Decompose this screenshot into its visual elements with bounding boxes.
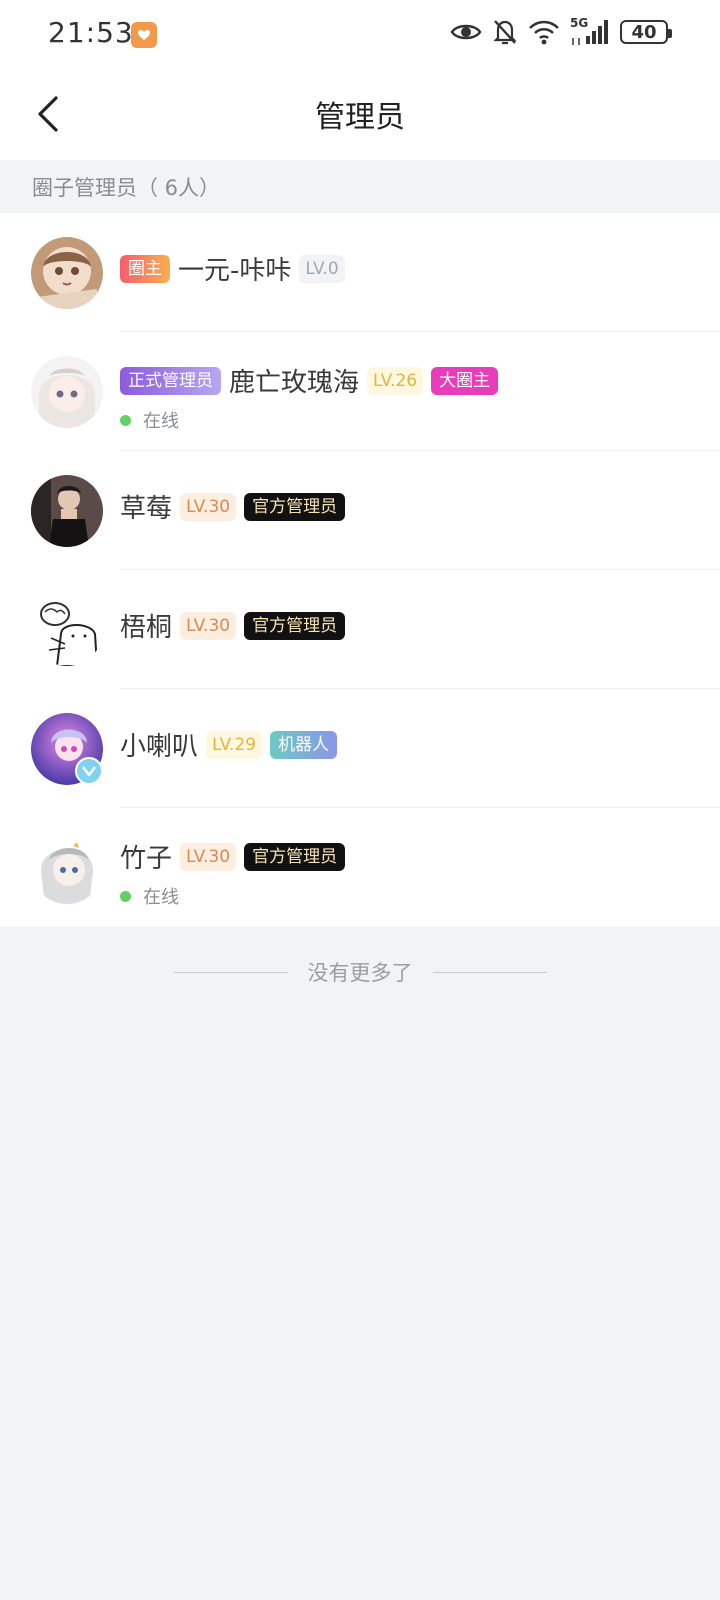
page-title: 管理员 [315, 100, 405, 135]
member-row[interactable]: 圈主 一元-咔咔 LV.0 [0, 213, 720, 332]
signal-icon: 5G [570, 16, 610, 46]
member-name-line: 小喇叭 LV.29 机器人 [120, 726, 338, 763]
eye-icon [450, 21, 482, 43]
network-label: 5G [570, 16, 589, 30]
admin-tag: 正式管理员 [120, 366, 221, 395]
end-line-left [173, 971, 288, 973]
avatar[interactable] [31, 356, 103, 428]
section-header: 圈子管理员（ 6人） [0, 160, 720, 213]
big-owner-tag: 大圈主 [431, 366, 499, 395]
end-text: 没有更多了 [307, 961, 413, 985]
online-status: 在线 [120, 883, 179, 909]
online-status: 在线 [120, 407, 179, 433]
member-name[interactable]: 一元-咔咔 [178, 250, 291, 287]
robot-tag: 机器人 [270, 730, 338, 759]
member-name-line: 梧桐 LV.30 官方管理员 [120, 607, 346, 644]
owner-tag: 圈主 [120, 254, 170, 283]
bell-muted-icon [492, 18, 518, 46]
section-title: 圈子管理员（ 6人） [32, 176, 221, 200]
member-name[interactable]: 鹿亡玫瑰海 [229, 362, 359, 399]
level-badge: LV.0 [299, 254, 345, 283]
battery-icon: 40 [620, 20, 672, 44]
member-list: 圈主 一元-咔咔 LV.0 正式管理员 鹿亡玫瑰海 LV.26 大圈主 在线 草… [0, 213, 720, 927]
avatar[interactable] [31, 237, 103, 309]
level-badge: LV.29 [206, 730, 263, 759]
level-badge: LV.26 [367, 366, 424, 395]
wifi-icon [528, 19, 560, 45]
member-name-line: 草莓 LV.30 官方管理员 [120, 488, 346, 525]
member-name[interactable]: 小喇叭 [120, 726, 198, 763]
member-row[interactable]: 正式管理员 鹿亡玫瑰海 LV.26 大圈主 在线 [0, 332, 720, 451]
online-label: 在线 [143, 887, 179, 908]
level-badge: LV.30 [180, 842, 237, 871]
app-notification-icon [131, 22, 157, 48]
avatar[interactable] [31, 475, 103, 547]
online-dot-icon [120, 414, 131, 426]
avatar[interactable] [31, 713, 103, 785]
member-row[interactable]: 小喇叭 LV.29 机器人 [0, 689, 720, 808]
member-name-line: 正式管理员 鹿亡玫瑰海 LV.26 大圈主 [120, 362, 499, 399]
end-line-right [432, 971, 547, 973]
status-icons: 5G 40 [450, 16, 672, 46]
member-name[interactable]: 梧桐 [120, 607, 172, 644]
list-end-marker: 没有更多了 [0, 950, 720, 994]
member-row[interactable]: 竹子 LV.30 官方管理员 在线 [0, 808, 720, 927]
nav-bar: 管理员 [0, 68, 720, 160]
member-name-line: 圈主 一元-咔咔 LV.0 [120, 250, 345, 287]
verified-badge-icon [75, 757, 103, 785]
level-badge: LV.30 [180, 492, 237, 521]
member-name-line: 竹子 LV.30 官方管理员 [120, 838, 346, 875]
level-badge: LV.30 [180, 611, 237, 640]
member-row[interactable]: 梧桐 LV.30 官方管理员 [0, 570, 720, 689]
status-bar: 21:53 5G 40 [0, 0, 720, 68]
member-row[interactable]: 草莓 LV.30 官方管理员 [0, 451, 720, 570]
online-dot-icon [120, 890, 131, 902]
online-label: 在线 [143, 411, 179, 432]
member-name[interactable]: 竹子 [120, 838, 172, 875]
avatar[interactable] [31, 832, 103, 904]
official-admin-tag: 官方管理员 [244, 492, 346, 521]
avatar[interactable] [31, 594, 103, 666]
member-name[interactable]: 草莓 [120, 488, 172, 525]
status-time: 21:53 [48, 16, 134, 49]
official-admin-tag: 官方管理员 [244, 611, 346, 640]
official-admin-tag: 官方管理员 [244, 842, 346, 871]
